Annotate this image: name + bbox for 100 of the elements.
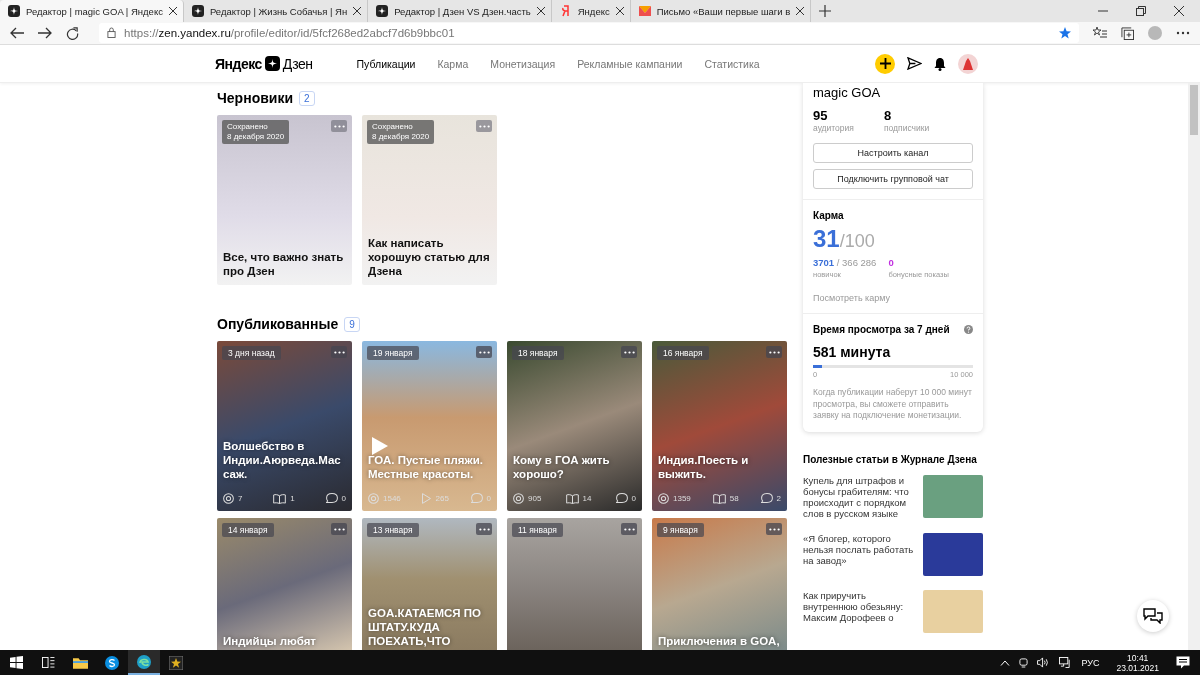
envelope-favicon-icon [638,5,651,17]
edge-browser-icon[interactable] [128,650,160,675]
tab-title: Письмо «Ваши первые шаги в [656,5,791,17]
ellipsis-icon [768,527,780,531]
favorites-icon[interactable] [1093,27,1107,39]
more-button[interactable] [331,346,347,358]
maximize-icon[interactable] [1136,6,1146,16]
nav-tab[interactable]: Статистика [704,57,760,70]
post-card[interactable]: 13 января GOA.КАТАЕМСЯ ПО ШТАТУ.КУДА ПОЕХАТЬ,ЧТО [362,518,497,650]
stat-count: 905 [528,494,542,503]
card-title: Приключения в GOA, [658,634,781,648]
close-icon[interactable] [353,7,362,15]
clock-time: 10:41 [1127,652,1149,663]
card-title: Индия.Поесть и выжить. [658,453,750,481]
ellipsis-icon [333,124,345,128]
card-title: Волшебство в Индии.Аюрведа.Массаж. [223,439,342,481]
network-icon[interactable] [1059,657,1073,668]
articles-title: Полезные статьи в Журнале Дзена [803,453,978,465]
ellipsis-icon [478,527,490,531]
date-badge: 13 января [367,523,419,537]
karma-points: 3701 [813,257,835,268]
draft-card[interactable]: Сохранено 8 декабря 2020 Все, что важно знать про Дзен [217,115,352,285]
card-title: Кому в ГОА жить хорошо? [513,453,611,481]
article-link[interactable]: Купель для штрафов и бонусы грабителям: что происходит с порядком слов в русском языке [803,474,915,519]
bell-icon[interactable] [934,56,946,71]
more-button[interactable] [476,523,492,535]
ellipsis-icon [478,350,490,354]
add-button[interactable] [875,53,895,74]
send-icon[interactable] [907,57,922,70]
forward-arrow-icon[interactable] [38,27,52,39]
bonus-count: 0 [888,257,895,268]
date-badge: 9 января [657,523,704,537]
webcam-icon[interactable] [1019,657,1029,668]
stat-count: 7 [238,494,243,503]
tab-title: Редактор | Жизнь Собачья | Ян [209,5,348,17]
ellipsis-icon [623,527,635,531]
more-button[interactable] [766,346,782,358]
article-link[interactable]: «Я блогер, которого нельзя послать работать на завод» [803,532,915,576]
post-card[interactable]: 18 января Кому в ГОА жить хорошо? 905 14 0 [507,341,642,511]
card-title: Как написать хорошую статью для Дзена [368,236,491,278]
post-card[interactable]: 14 января Индийцы любят [217,518,352,650]
notification-icon[interactable] [1176,656,1190,669]
post-card[interactable]: 11 января [507,518,642,650]
play-icon [422,493,432,504]
chat-button[interactable] [1137,600,1169,632]
ellipsis-icon [333,350,345,354]
browser-tab[interactable]: Редактор | magic GOA | Яндекс [0,0,184,22]
channel-button[interactable]: Настроить канал [813,143,973,163]
count-badge: 9 [344,316,360,332]
zen-favicon-icon [376,5,389,17]
nav-tab[interactable]: Публикации [356,57,416,70]
speaker-icon[interactable] [1037,657,1051,668]
close-icon[interactable] [168,7,177,15]
stat-label: аудитория [813,123,854,133]
card-title: ГОА. Пустые пляжи. Местные красоты. [368,453,484,481]
tab-title: Редактор | magic GOA | Яндекс [26,5,163,17]
address-bar[interactable]: https://zen.yandex.ru/profile/editor/id/5fcf268ed2abcf7d6b9bbc01 [99,23,1079,43]
nav-tab[interactable]: Карма [437,57,469,70]
post-card[interactable]: 3 дня назад Волшебство в Индии.Аюрведа.Массаж. 7 1 0 [217,341,352,511]
language-indicator[interactable]: РУС [1081,657,1100,668]
more-button[interactable] [621,346,637,358]
article-thumbnail[interactable] [923,589,983,633]
yandex-favicon-icon [559,5,572,17]
close-icon[interactable] [536,7,545,15]
collections-icon[interactable] [1121,26,1134,40]
url-text: https://zen.yandex.ru/profile/editor/id/5fcf268ed2abcf7d6b9bbc01 [124,27,455,39]
more-button[interactable] [476,346,492,358]
logo-text: Дзен [282,55,313,72]
more-button[interactable] [766,523,782,535]
help-icon[interactable] [964,325,973,335]
channel-avatar-icon[interactable] [958,53,978,74]
stat-count: 1 [290,494,295,503]
article-link[interactable]: Как приручить внутреннюю обезьяну: Максим Дорофеев о [803,589,915,633]
stat-count: 0 [341,494,346,503]
star-icon[interactable] [1059,27,1071,39]
back-arrow-icon[interactable] [10,27,24,39]
saved-badge: Сохранено 8 декабря 2020 [367,120,435,144]
nav-tab[interactable]: Рекламные кампании [577,57,683,70]
speech-bubbles-icon [1143,608,1163,624]
eye-icon [223,493,234,504]
more-icon[interactable] [1176,31,1190,35]
refresh-icon[interactable] [66,26,79,40]
card-title: Все, что важно знать про Дзен [223,250,345,278]
channel-button[interactable]: Подключить групповой чат [813,169,973,189]
chevron-up-icon[interactable] [1000,659,1011,666]
more-button[interactable] [621,523,637,535]
card-title: Индийцы любят [223,634,317,648]
nav-tab[interactable]: Монетизация [490,57,556,70]
article-thumbnail[interactable] [923,474,983,518]
close-icon[interactable] [796,7,805,15]
article-thumbnail[interactable] [923,532,983,576]
more-button[interactable] [331,523,347,535]
post-card[interactable]: 9 января Приключения в GOA, [652,518,787,650]
post-card[interactable]: 16 января Индия.Поесть и выжить. 1359 58 2 [652,341,787,511]
close-icon[interactable] [615,7,624,15]
close-icon[interactable] [1174,6,1184,16]
scrollbar[interactable] [1188,83,1200,650]
ellipsis-icon [333,527,345,531]
draft-card[interactable]: Сохранено 8 декабря 2020 Как написать хорошую статью для Дзена [362,115,497,285]
stat-count: 58 [729,494,739,503]
